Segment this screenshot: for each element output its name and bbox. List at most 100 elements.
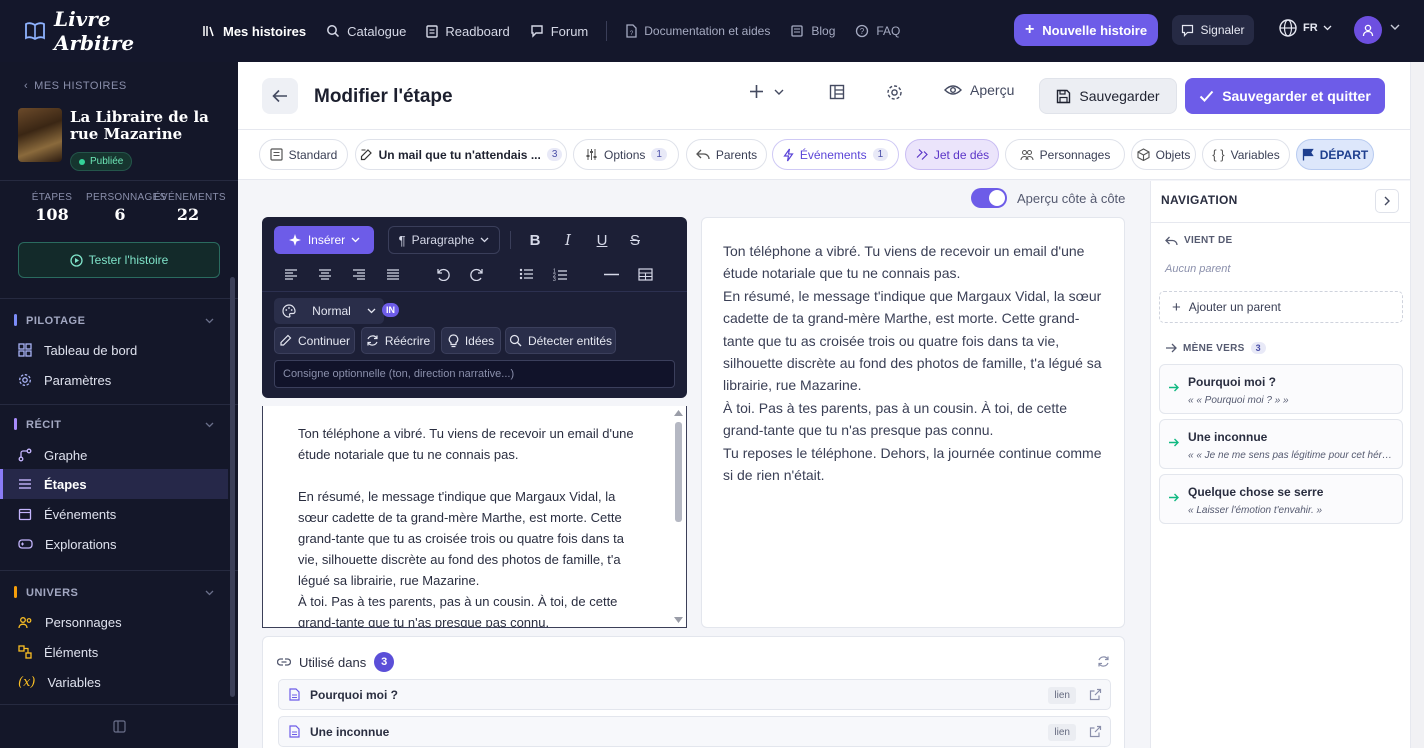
- editor-scrollbar[interactable]: [675, 422, 682, 522]
- editor-header: Modifier l'étape Aperçu Sauvegarder Sauv…: [238, 62, 1410, 130]
- scroll-down-icon[interactable]: [674, 617, 683, 623]
- tab-variables[interactable]: { } Variables: [1202, 139, 1290, 170]
- chevron-right-icon: [1384, 196, 1390, 206]
- tab-step-content[interactable]: Un mail que tu n'attendais ... 3: [355, 139, 567, 170]
- leads-to-card[interactable]: Pourquoi moi ? « « Pourquoi moi ? » »: [1159, 364, 1403, 414]
- tab-objects[interactable]: Objets: [1131, 139, 1196, 170]
- section-recit[interactable]: RÉCIT: [14, 418, 214, 431]
- ai-continue-label: Continuer: [297, 333, 351, 348]
- redo-icon[interactable]: [466, 263, 488, 285]
- tab-events[interactable]: Événements 1: [772, 139, 899, 170]
- globe-icon: [1279, 19, 1297, 37]
- numbered-list-icon[interactable]: 123: [549, 263, 571, 285]
- align-justify-icon[interactable]: [382, 263, 404, 285]
- ai-rewrite-button[interactable]: Réécrire: [361, 327, 435, 354]
- sidebar-scrollbar[interactable]: [230, 277, 235, 697]
- nav-forum[interactable]: Forum: [520, 15, 599, 47]
- paragraph-style-select[interactable]: ¶ Paragraphe: [388, 226, 500, 254]
- ai-detect-entities-button[interactable]: Détecter entités: [505, 327, 616, 354]
- sidebar: ‹ MES HISTOIRES La Libraire de la rue Ma…: [0, 62, 238, 748]
- collapse-panel-button[interactable]: [1375, 189, 1399, 213]
- side-preview-toggle[interactable]: [971, 188, 1007, 208]
- add-parent-button[interactable]: + Ajouter un parent: [1159, 291, 1403, 323]
- ai-instruction-input[interactable]: Consigne optionnelle (ton, direction nar…: [274, 360, 675, 388]
- section-pilotage[interactable]: PILOTAGE: [14, 314, 214, 327]
- used-in-row[interactable]: Pourquoi moi ? lien: [278, 679, 1111, 710]
- ai-mode-select[interactable]: Normal: [274, 298, 384, 324]
- sidebar-item-dashboard[interactable]: Tableau de bord: [0, 335, 228, 365]
- nav-readboard[interactable]: Readboard: [416, 15, 519, 47]
- scroll-up-icon[interactable]: [674, 410, 683, 416]
- save-icon: [1057, 89, 1071, 103]
- tab-label: Personnages: [1039, 147, 1111, 162]
- ai-rewrite-label: Réécrire: [384, 333, 431, 348]
- sidebar-item-settings[interactable]: Paramètres: [0, 365, 228, 395]
- sidebar-item-steps[interactable]: Étapes: [0, 469, 228, 499]
- preview-content: Ton téléphone a vibré. Tu viens de recev…: [723, 240, 1109, 486]
- back-to-stories-link[interactable]: ‹ MES HISTOIRES: [24, 80, 127, 92]
- external-link-icon[interactable]: [1089, 688, 1102, 701]
- tab-options[interactable]: Options 1: [573, 139, 679, 170]
- tab-dice-roll[interactable]: Jet de dés: [905, 139, 999, 170]
- align-right-icon[interactable]: [348, 263, 370, 285]
- dice-icon: [916, 149, 928, 160]
- insert-button[interactable]: Insérer: [274, 226, 374, 254]
- brand-logo[interactable]: Livre Arbitre: [24, 7, 190, 55]
- nav-faq[interactable]: ? FAQ: [845, 15, 910, 47]
- preview-button[interactable]: Aperçu: [944, 82, 1014, 98]
- chat-icon: [531, 25, 543, 38]
- bold-icon[interactable]: B: [524, 229, 546, 251]
- tab-standard[interactable]: Standard: [259, 139, 348, 170]
- tab-depart[interactable]: DÉPART: [1296, 139, 1374, 170]
- nav-my-stories[interactable]: Mes histoires: [192, 15, 316, 47]
- language-selector[interactable]: FR: [1278, 18, 1332, 38]
- back-button[interactable]: [262, 78, 298, 114]
- leads-to-card[interactable]: Quelque chose se serre « Laisser l'émoti…: [1159, 474, 1403, 524]
- save-and-quit-button[interactable]: Sauvegarder et quitter: [1185, 78, 1385, 114]
- user-avatar[interactable]: [1354, 16, 1382, 44]
- new-story-button[interactable]: + Nouvelle histoire: [1014, 14, 1158, 46]
- italic-icon[interactable]: I: [557, 229, 579, 251]
- sidebar-item-explorations[interactable]: Explorations: [0, 529, 228, 559]
- horizontal-rule-icon[interactable]: [600, 263, 622, 285]
- add-menu-button[interactable]: [749, 84, 784, 99]
- rich-text-editor[interactable]: Ton téléphone a vibré. Tu viens de recev…: [262, 406, 687, 628]
- tab-count: 3: [546, 148, 563, 161]
- language-label: FR: [1303, 22, 1318, 34]
- strikethrough-icon[interactable]: S: [624, 229, 646, 251]
- used-in-row[interactable]: Une inconnue lien: [278, 716, 1111, 747]
- section-univers[interactable]: UNIVERS: [14, 586, 214, 599]
- braces-icon: { }: [1212, 147, 1225, 162]
- test-story-button[interactable]: Tester l'histoire: [18, 242, 220, 278]
- report-button[interactable]: Signaler: [1172, 15, 1254, 45]
- tab-parents[interactable]: Parents: [686, 139, 767, 170]
- bullet-list-icon[interactable]: [515, 263, 537, 285]
- editor-content[interactable]: Ton téléphone a vibré. Tu viens de recev…: [298, 423, 643, 627]
- chevron-down-icon[interactable]: [1390, 24, 1400, 31]
- table-icon[interactable]: [634, 263, 656, 285]
- sidebar-item-characters[interactable]: Personnages: [0, 607, 228, 637]
- settings-button[interactable]: [886, 84, 903, 101]
- refresh-icon[interactable]: [1097, 655, 1110, 668]
- chevron-down-icon: [1323, 25, 1332, 31]
- tab-characters[interactable]: Personnages: [1005, 139, 1125, 170]
- collapse-sidebar-icon[interactable]: [112, 720, 126, 733]
- nav-documentation[interactable]: ? Documentation et aides: [615, 15, 780, 47]
- layout-button[interactable]: [829, 84, 845, 100]
- sidebar-item-elements[interactable]: Éléments: [0, 637, 228, 667]
- align-left-icon[interactable]: [280, 263, 302, 285]
- undo-icon[interactable]: [431, 263, 453, 285]
- align-center-icon[interactable]: [314, 263, 336, 285]
- ai-ideas-button[interactable]: Idées: [441, 327, 501, 354]
- external-link-icon[interactable]: [1089, 725, 1102, 738]
- sidebar-item-graph[interactable]: Graphe: [0, 440, 228, 470]
- page-scrollbar[interactable]: [1410, 62, 1424, 748]
- sidebar-item-events[interactable]: Événements: [0, 499, 228, 529]
- underline-icon[interactable]: U: [591, 229, 613, 251]
- nav-catalogue[interactable]: Catalogue: [316, 15, 416, 47]
- leads-to-card[interactable]: Une inconnue « « Je ne me sens pas légit…: [1159, 419, 1403, 469]
- ai-continue-button[interactable]: Continuer: [274, 327, 355, 354]
- nav-blog[interactable]: Blog: [780, 15, 845, 47]
- sidebar-item-variables[interactable]: (x) Variables: [0, 667, 228, 697]
- save-button[interactable]: Sauvegarder: [1039, 78, 1177, 114]
